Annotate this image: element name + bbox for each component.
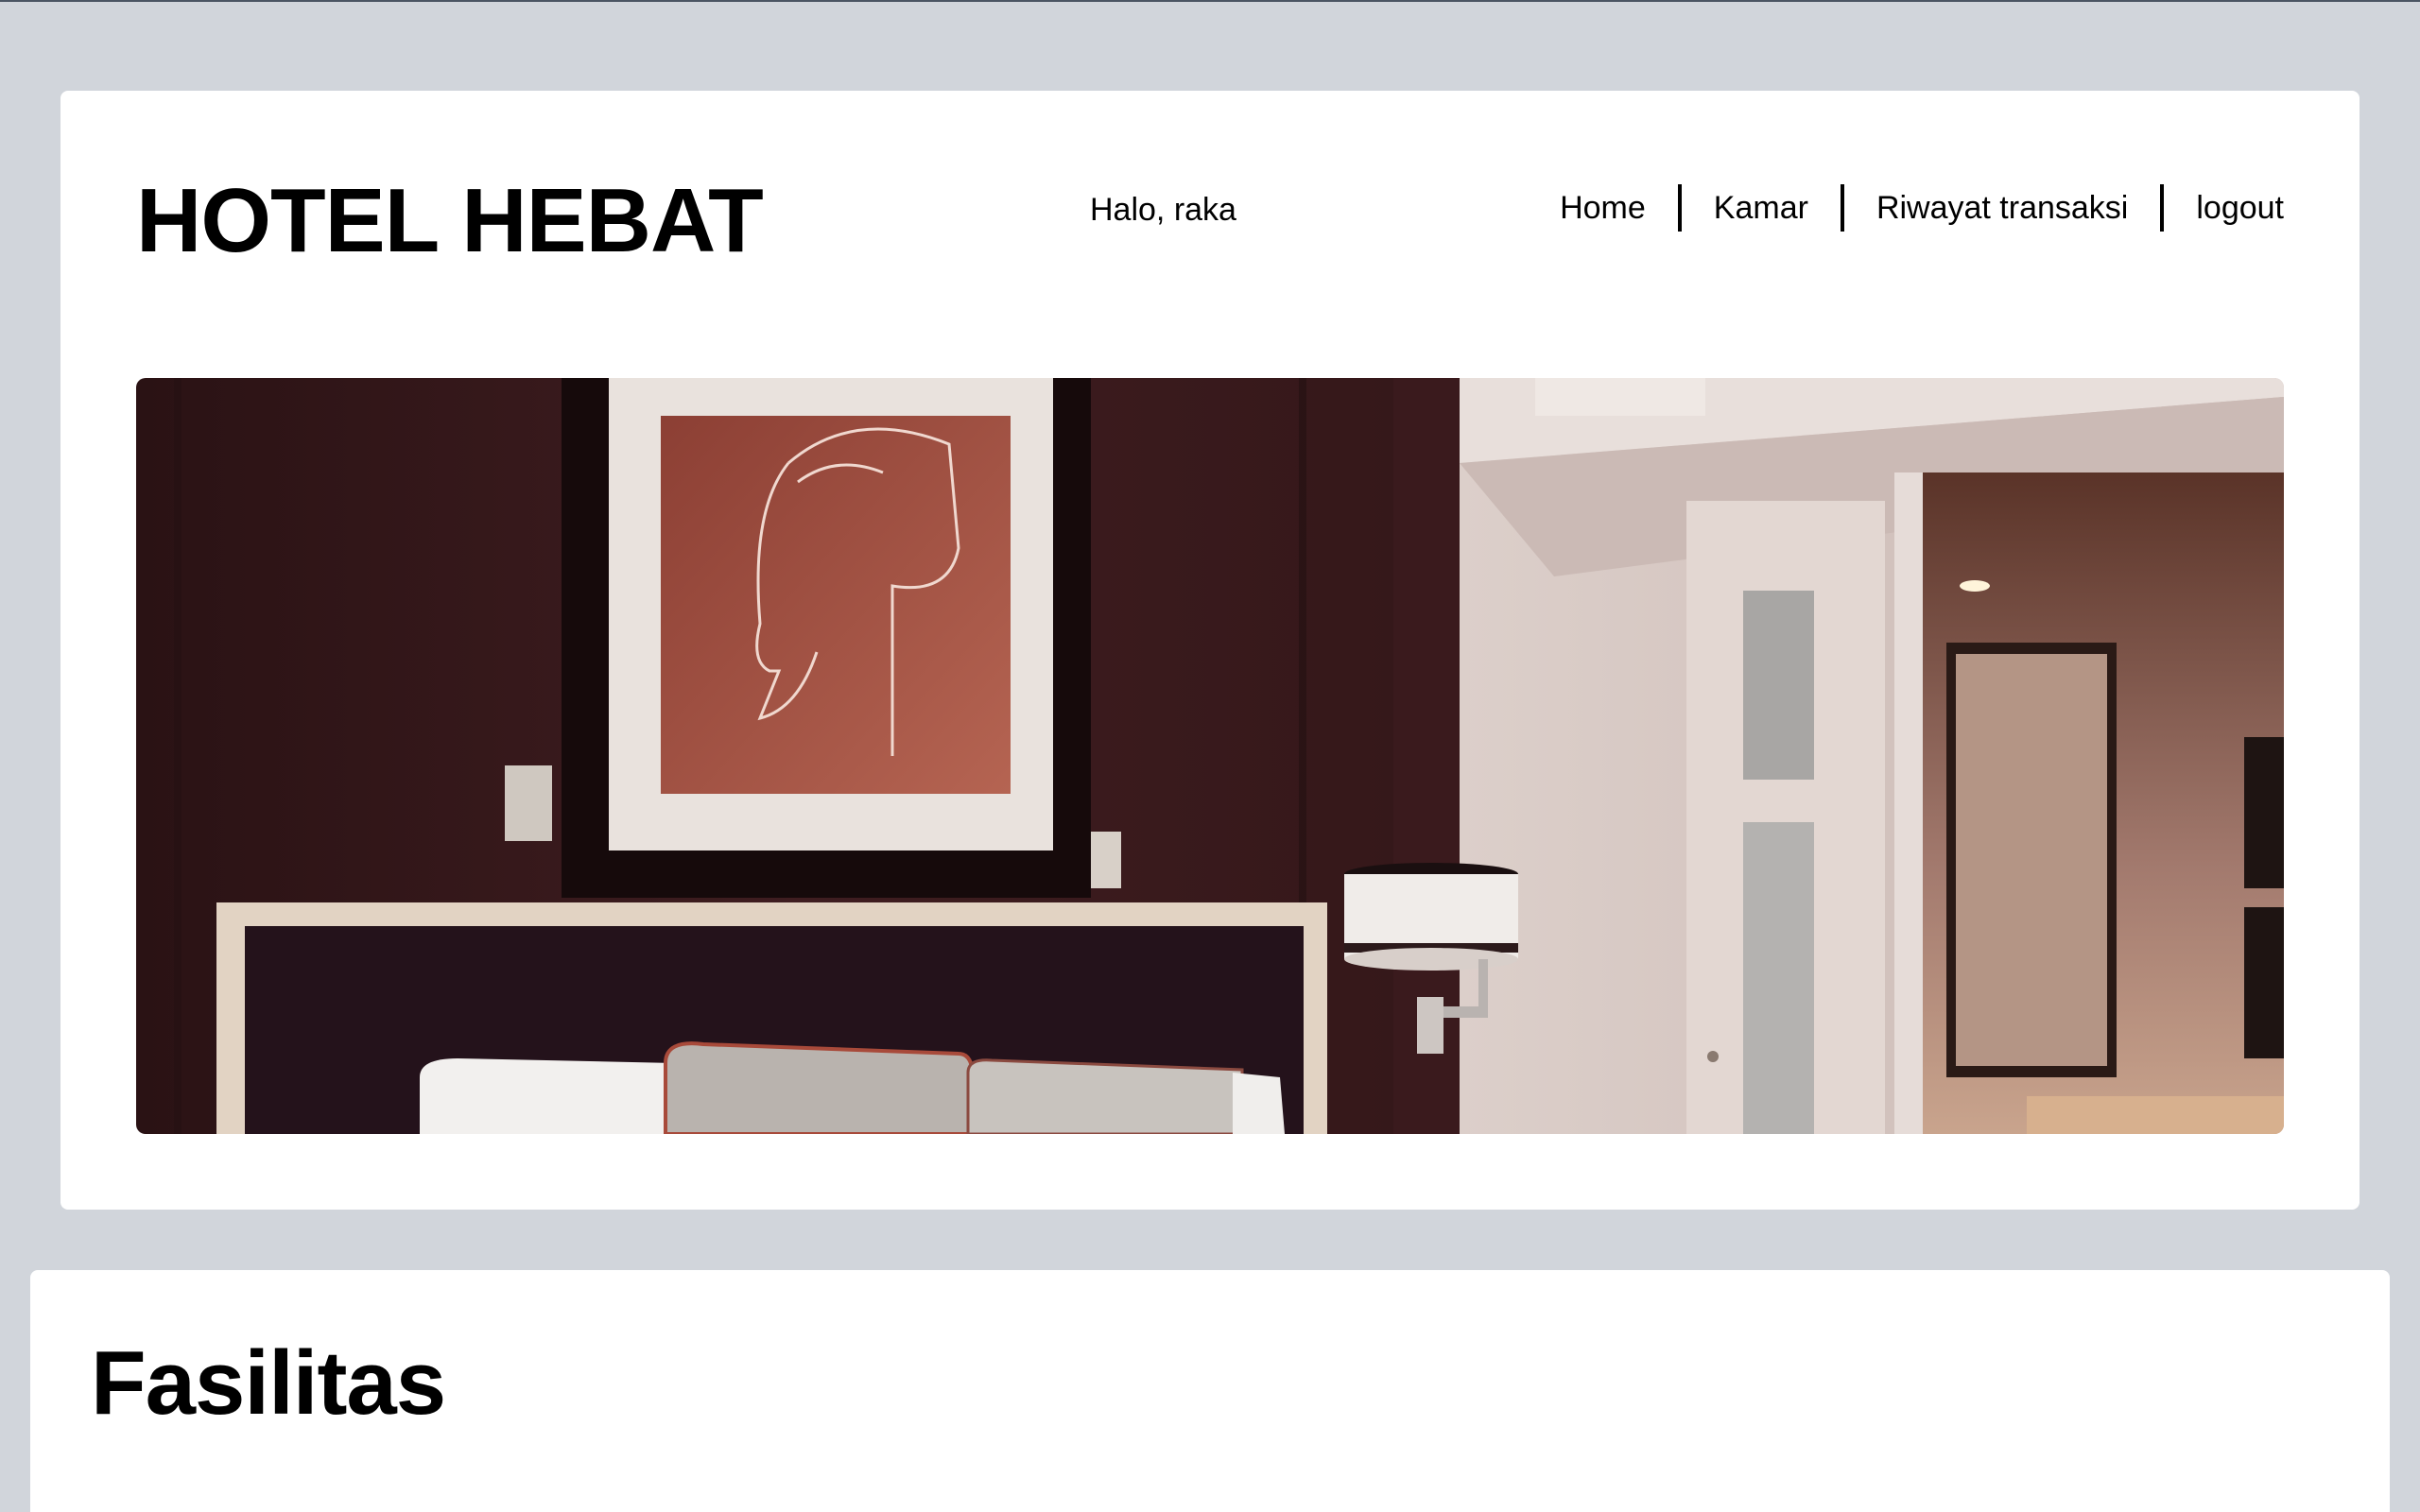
section-title: Fasilitas: [91, 1332, 446, 1434]
facilities-section: Fasilitas: [30, 1270, 2390, 1512]
nav-kamar-link[interactable]: Kamar: [1682, 183, 1841, 232]
hotel-bedroom-photo: [136, 378, 2284, 1134]
nav-logout-link[interactable]: logout: [2164, 183, 2284, 232]
nav-riwayat-link[interactable]: Riwayat transaksi: [1844, 183, 2160, 232]
user-greeting: Halo, raka: [1090, 192, 1236, 228]
nav-home-link[interactable]: Home: [1528, 183, 1678, 232]
main-nav: Home Kamar Riwayat transaksi logout: [1528, 183, 2284, 232]
hero-image: [136, 378, 2284, 1134]
top-border: [0, 0, 2420, 2]
header-card: HOTEL HEBAT Halo, raka Home Kamar Riwaya…: [60, 91, 2360, 1210]
brand-title: HOTEL HEBAT: [136, 170, 764, 271]
